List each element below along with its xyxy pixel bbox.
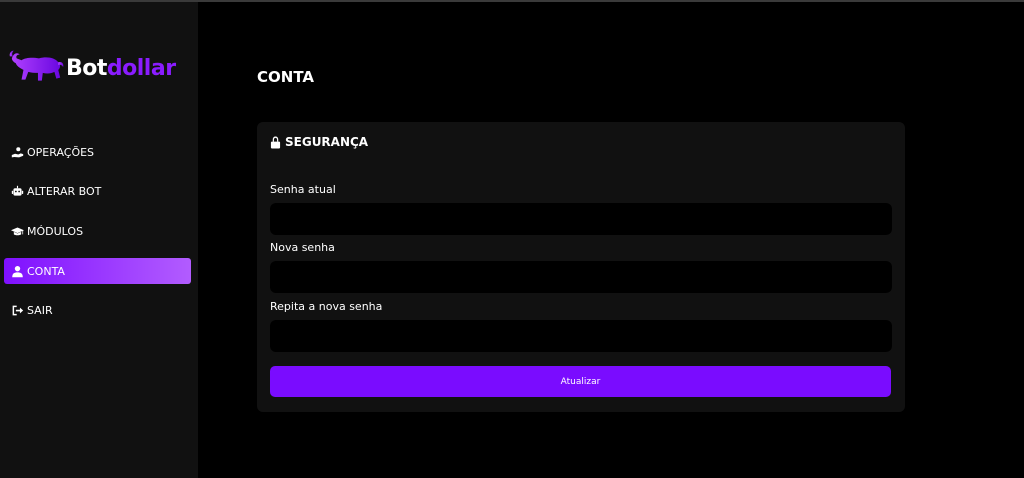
hand-coin-icon	[10, 145, 24, 159]
lock-icon	[270, 136, 281, 148]
sidebar-item-label: MÓDULOS	[27, 224, 84, 238]
current-password-label: Senha atual	[270, 183, 336, 196]
sidebar-item-label: OPERAÇÕES	[27, 145, 95, 159]
graduation-cap-icon	[10, 224, 24, 238]
brand-name-part2: dollar	[106, 55, 176, 81]
security-card: SEGURANÇA Senha atual Nova senha Repita …	[257, 122, 905, 412]
security-card-title: SEGURANÇA	[270, 135, 368, 149]
user-icon	[10, 264, 24, 278]
repeat-password-field[interactable]	[270, 320, 892, 352]
current-password-field[interactable]	[270, 203, 892, 235]
page-title: CONTA	[257, 68, 314, 86]
sidebar-item-modulos[interactable]: MÓDULOS	[4, 218, 191, 244]
security-title-text: SEGURANÇA	[285, 135, 369, 149]
brand-logo[interactable]: Botdollar	[8, 46, 193, 90]
bull-icon	[9, 50, 64, 81]
sidebar-item-label: CONTA	[27, 264, 65, 278]
brand-name: Botdollar	[66, 56, 176, 81]
sidebar-item-label: SAIR	[27, 303, 53, 317]
sidebar-item-label: ALTERAR BOT	[27, 184, 102, 198]
update-button[interactable]: Atualizar	[270, 366, 891, 397]
sidebar: Botdollar OPERAÇÕES ALTERAR BOT MÓDULOS …	[0, 2, 198, 478]
sign-out-icon	[10, 303, 24, 317]
sidebar-item-sair[interactable]: SAIR	[4, 297, 191, 323]
sidebar-item-operacoes[interactable]: OPERAÇÕES	[4, 139, 191, 165]
sidebar-item-conta[interactable]: CONTA	[4, 258, 191, 284]
brand-name-part1: Bot	[66, 55, 107, 81]
new-password-label: Nova senha	[270, 241, 335, 254]
new-password-field[interactable]	[270, 261, 892, 293]
repeat-password-label: Repita a nova senha	[270, 300, 383, 313]
robot-icon	[10, 184, 24, 198]
sidebar-item-alterar-bot[interactable]: ALTERAR BOT	[4, 178, 191, 204]
